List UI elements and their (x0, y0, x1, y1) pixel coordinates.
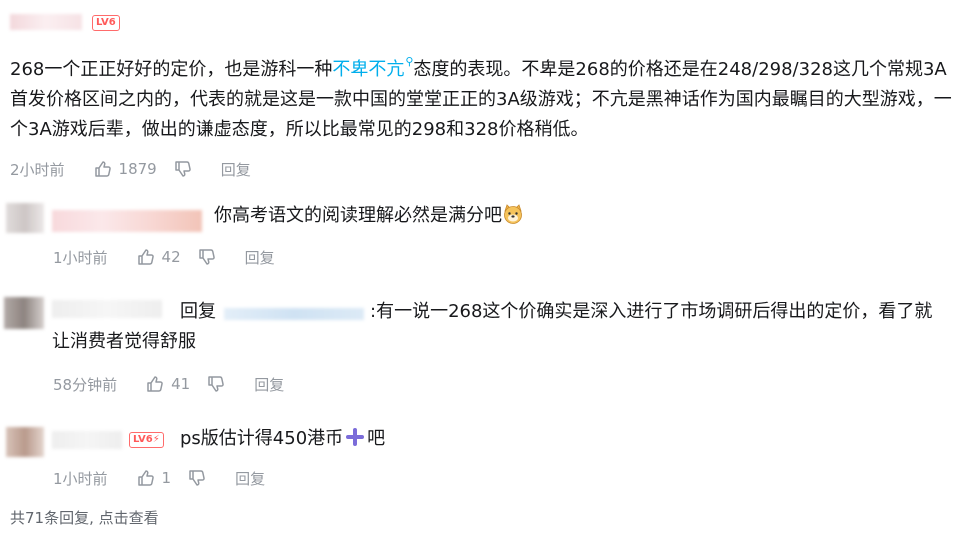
thumbs-up-icon (147, 376, 163, 392)
avatar[interactable] (6, 203, 44, 233)
reply-text-before: ps版估计得450港币 (180, 428, 344, 449)
reply-button[interactable]: 回复 (221, 159, 251, 180)
avatar[interactable] (4, 297, 44, 329)
level-badge: LV6 (92, 15, 120, 31)
like-button[interactable]: 41 (145, 374, 190, 394)
reply-button[interactable]: 回复 (245, 247, 275, 268)
thumbs-up-icon (137, 249, 154, 265)
dislike-button[interactable] (187, 468, 207, 488)
doge-emoji-icon (504, 204, 522, 224)
reply-meta: 58分钟前 41 回复 (53, 373, 284, 395)
dislike-button[interactable] (173, 159, 193, 179)
thumbs-down-icon (189, 470, 205, 486)
comment-text-before: 268一个正正好好的定价，也是游科一种 (10, 59, 333, 80)
reply-content: 你高考语文的阅读理解必然是满分吧 (214, 201, 524, 231)
reply-text: 你高考语文的阅读理解必然是满分吧 (214, 205, 502, 226)
reply-text-line1-container: :有一说一268这个价确实是深入进行了市场调研后得出的定价，看了就让消费者觉得舒… (52, 297, 948, 357)
thumbs-down-icon (198, 249, 215, 265)
like-button[interactable]: 42 (136, 247, 181, 267)
comment-meta: 2小时前 1879 回复 (10, 158, 251, 180)
reply-content: ps版估计得450港币 吧 (180, 424, 385, 454)
reply-meta: 1小时前 42 回复 (53, 246, 275, 268)
timestamp: 1小时前 (53, 248, 108, 267)
comment-content: 268一个正正好好的定价，也是游科一种不卑不亢⚲态度的表现。不卑是268的价格还… (10, 55, 955, 145)
username-blurred[interactable] (10, 14, 82, 30)
reply-meta: 1小时前 1 回复 (53, 467, 265, 489)
search-link-text: 不卑不亢 (332, 59, 405, 80)
plus-emoji-icon (345, 427, 365, 447)
lightning-icon: ⚡ (152, 434, 160, 445)
thumbs-up-icon (137, 470, 154, 486)
dislike-button[interactable] (197, 247, 217, 267)
avatar[interactable] (6, 427, 44, 457)
search-link[interactable]: 不卑不亢⚲ (332, 55, 413, 80)
reply-button[interactable]: 回复 (254, 374, 284, 395)
username-blurred[interactable] (52, 431, 122, 449)
view-more-replies-link[interactable]: 共71条回复, 点击查看 (10, 507, 159, 528)
reply-text: :有一说一268这个价确实是深入进行了市场调研后得出的定价，看了就让消费者觉得舒… (52, 301, 933, 352)
like-button[interactable]: 1 (136, 468, 172, 488)
like-count: 42 (161, 248, 181, 266)
reply-text-after: 吧 (367, 428, 386, 449)
thumbs-down-icon (174, 161, 191, 177)
like-button[interactable]: 1879 (93, 159, 157, 179)
username-blurred[interactable] (52, 210, 202, 232)
thumbs-up-icon (94, 161, 111, 177)
like-count: 1 (161, 469, 172, 487)
dislike-button[interactable] (206, 374, 226, 394)
timestamp: 58分钟前 (53, 375, 118, 394)
thumbs-down-icon (208, 376, 224, 392)
timestamp: 2小时前 (10, 160, 65, 179)
reply-button[interactable]: 回复 (235, 468, 265, 489)
timestamp: 1小时前 (53, 469, 108, 488)
level-badge: LV6⚡ (129, 432, 164, 448)
like-count: 41 (171, 375, 191, 393)
like-count: 1879 (118, 160, 157, 178)
